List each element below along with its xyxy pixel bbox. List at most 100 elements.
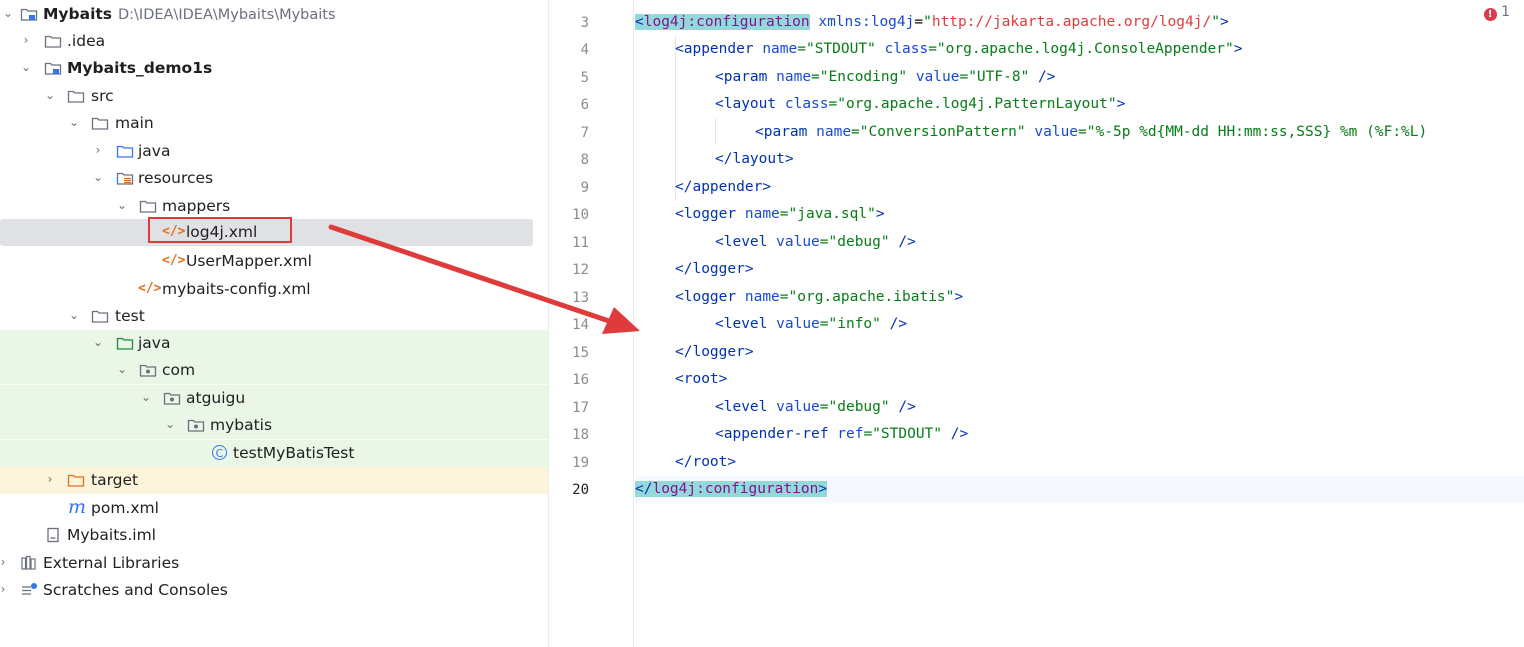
chevron-right-icon[interactable]: › <box>0 554 9 570</box>
package-icon <box>187 419 205 432</box>
tree-node-scratches[interactable]: › Scratches and Consoles <box>0 577 548 604</box>
class-icon: C <box>212 445 227 460</box>
tree-label: testMyBatisTest <box>233 444 355 462</box>
tree-node-iml[interactable]: Mybaits.iml <box>0 522 548 549</box>
line-number: 16 <box>572 372 589 388</box>
tree-node-mappers[interactable]: ⌄ mappers <box>0 193 548 220</box>
tree-label: atguigu <box>186 389 246 407</box>
tree-node-target[interactable]: › target <box>0 467 548 494</box>
code-line[interactable]: </appender> <box>675 174 1524 201</box>
xml-file-icon: </> <box>162 253 186 268</box>
tree-node-main-java[interactable]: › java <box>0 138 548 165</box>
tree-label: .idea <box>67 32 106 50</box>
tree-node-src[interactable]: ⌄ src <box>0 83 548 110</box>
chevron-down-icon[interactable]: ⌄ <box>164 416 176 432</box>
tree-node-test[interactable]: ⌄ test <box>0 303 548 330</box>
code-line[interactable]: <logger name="org.apache.ibatis"> <box>675 284 1524 311</box>
tree-node-test-class[interactable]: C testMyBatisTest <box>0 440 548 467</box>
tree-label: com <box>162 361 196 379</box>
folder-icon <box>139 200 157 213</box>
source-folder-icon <box>116 145 134 158</box>
problems-indicator[interactable]: ! 1 <box>1483 3 1510 21</box>
tree-label: main <box>115 114 154 132</box>
tree-node-atguigu[interactable]: ⌄ atguigu <box>0 385 548 412</box>
project-tree: ⌄ Mybaits D:\IDEA\IDEA\Mybaits\Mybaits ›… <box>0 0 549 647</box>
line-number: 15 <box>572 345 589 361</box>
chevron-down-icon[interactable]: ⌄ <box>116 197 128 213</box>
excluded-folder-icon <box>67 474 85 487</box>
code-line[interactable]: </layout> <box>715 146 1524 173</box>
tree-node-mybatis-config[interactable]: </> mybaits-config.xml <box>0 276 548 303</box>
line-number: 13 <box>572 290 589 306</box>
module-folder-icon <box>20 8 38 21</box>
line-number: 18 <box>572 427 589 443</box>
project-name: Mybaits <box>43 5 113 23</box>
chevron-down-icon[interactable]: ⌄ <box>92 169 104 185</box>
folder-icon <box>67 90 85 103</box>
line-number: 10 <box>572 207 589 223</box>
tree-node-module[interactable]: ⌄ Mybaits_demo1s <box>0 55 548 82</box>
chevron-down-icon[interactable]: ⌄ <box>44 87 56 103</box>
tree-node-idea[interactable]: › .idea <box>0 28 548 55</box>
code-line[interactable]: <level value="info" /> <box>715 311 1524 338</box>
code-line[interactable]: </root> <box>675 449 1524 476</box>
line-number: 19 <box>572 455 589 471</box>
code-line[interactable]: <param name="Encoding" value="UTF-8" /> <box>715 64 1524 91</box>
line-number-current: 20 <box>572 482 589 498</box>
line-number: 8 <box>580 152 589 168</box>
code-line[interactable]: <logger name="java.sql"> <box>675 201 1524 228</box>
tree-node-usermapper-xml[interactable]: </> UserMapper.xml <box>0 248 548 275</box>
line-number-gutter: 3 4 5 6 7 8 9 10 11 12 13 14 15 16 17 18… <box>549 0 634 647</box>
code-line[interactable]: <level value="debug" /> <box>715 229 1524 256</box>
chevron-down-icon[interactable]: ⌄ <box>68 307 80 323</box>
code-line-current[interactable]: </log4j:configuration> <box>635 476 1524 503</box>
tree-label: java <box>138 142 171 160</box>
module-folder-icon <box>44 62 62 75</box>
tree-label: UserMapper.xml <box>186 252 312 270</box>
chevron-down-icon[interactable]: ⌄ <box>20 59 32 75</box>
line-number: 5 <box>580 70 589 86</box>
tree-node-pom[interactable]: m pom.xml <box>0 495 548 522</box>
chevron-right-icon[interactable]: › <box>0 581 9 597</box>
tree-label: target <box>91 471 139 489</box>
tree-node-test-java[interactable]: ⌄ java <box>0 330 548 357</box>
code-editor[interactable]: 3 4 5 6 7 8 9 10 11 12 13 14 15 16 17 18… <box>549 0 1524 647</box>
code-line[interactable]: <param name="ConversionPattern" value="%… <box>755 119 1524 146</box>
tree-node-mybatis-package[interactable]: ⌄ mybatis <box>0 412 548 439</box>
tree-node-external-libraries[interactable]: › External Libraries <box>0 550 548 577</box>
chevron-down-icon[interactable]: ⌄ <box>140 389 152 405</box>
line-number: 14 <box>572 317 589 333</box>
problems-count: 1 <box>1501 4 1510 20</box>
tree-label: test <box>115 307 145 325</box>
chevron-right-icon[interactable]: › <box>92 142 104 158</box>
code-line[interactable]: <log4j:configuration xmlns:log4j="http:/… <box>635 9 1524 36</box>
code-line[interactable]: <layout class="org.apache.log4j.PatternL… <box>715 91 1524 118</box>
chevron-right-icon[interactable]: › <box>44 471 56 487</box>
code-line[interactable]: </logger> <box>675 256 1524 283</box>
chevron-down-icon[interactable]: ⌄ <box>116 361 128 377</box>
code-line[interactable]: <root> <box>675 366 1524 393</box>
line-number: 7 <box>580 125 589 141</box>
line-number: 11 <box>572 235 589 251</box>
tree-label: Scratches and Consoles <box>43 581 228 599</box>
tree-node-com[interactable]: ⌄ com <box>0 357 548 384</box>
chevron-down-icon[interactable]: ⌄ <box>92 334 104 350</box>
xml-file-icon: </> <box>138 281 162 296</box>
tree-label: Mybaits_demo1s <box>67 59 213 77</box>
tree-node-main[interactable]: ⌄ main <box>0 110 548 137</box>
tree-node-project-root[interactable]: ⌄ Mybaits D:\IDEA\IDEA\Mybaits\Mybaits <box>0 1 548 28</box>
tree-node-resources[interactable]: ⌄ resources <box>0 165 548 192</box>
tree-label: mybatis <box>210 416 273 434</box>
tree-label: src <box>91 87 114 105</box>
tree-label: java <box>138 334 171 352</box>
code-line[interactable]: <level value="debug" /> <box>715 394 1524 421</box>
chevron-down-icon[interactable]: ⌄ <box>68 114 80 130</box>
code-line[interactable]: <appender-ref ref="STDOUT" /> <box>715 421 1524 448</box>
library-icon <box>21 555 36 570</box>
folder-icon <box>91 117 109 130</box>
code-line[interactable]: <appender name="STDOUT" class="org.apach… <box>675 36 1524 63</box>
chevron-down-icon[interactable]: ⌄ <box>2 5 14 21</box>
chevron-right-icon[interactable]: › <box>20 32 32 48</box>
project-path: D:\IDEA\IDEA\Mybaits\Mybaits <box>118 7 336 23</box>
code-line[interactable]: </logger> <box>675 339 1524 366</box>
